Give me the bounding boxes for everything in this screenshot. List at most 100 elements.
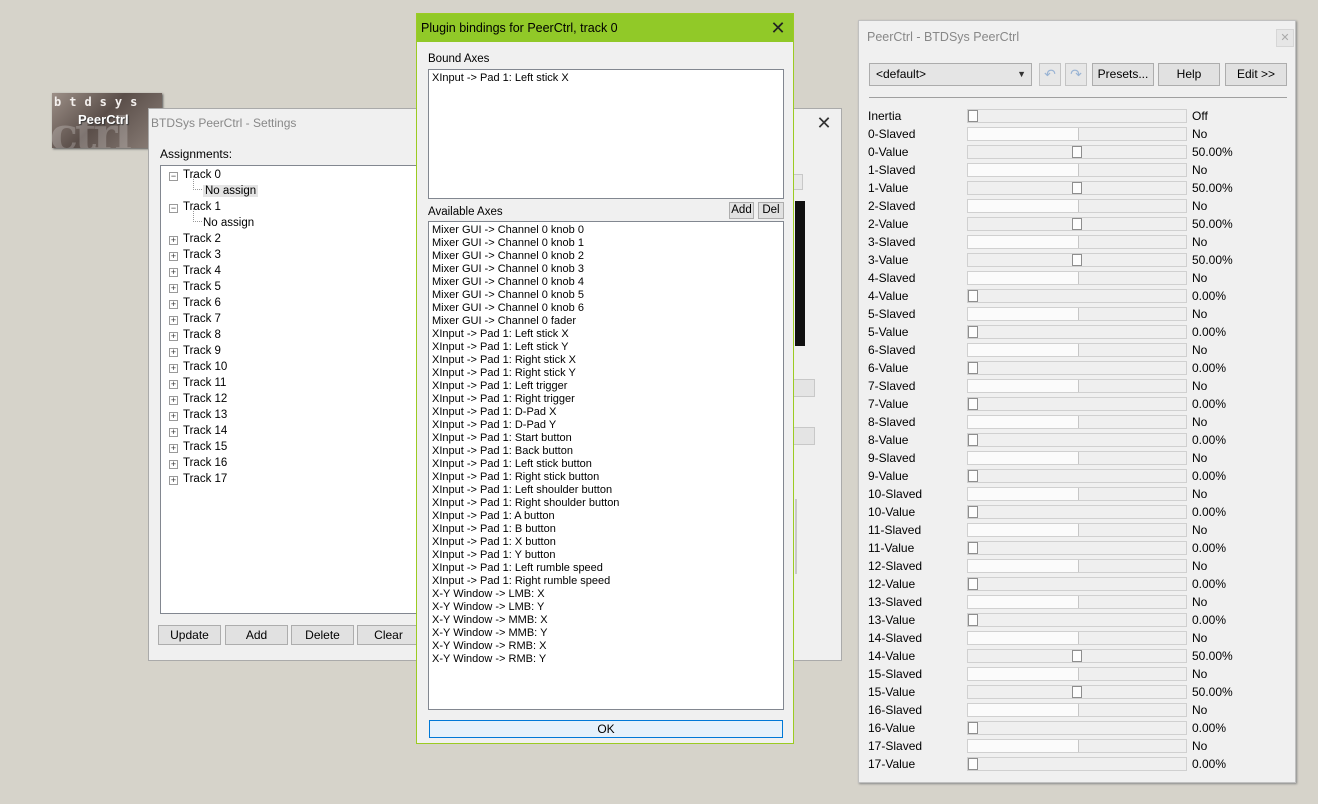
peerctrl-close-icon[interactable]: ✕	[1276, 29, 1294, 47]
slider-thumb[interactable]	[968, 722, 978, 734]
slider-thumb[interactable]	[1072, 650, 1082, 662]
slider-thumb[interactable]	[968, 362, 978, 374]
settings-field-stub-3[interactable]	[793, 427, 815, 445]
param-slider[interactable]	[967, 325, 1187, 339]
param-slider[interactable]	[967, 109, 1187, 123]
tree-item-track[interactable]: + Track 16	[161, 455, 227, 471]
available-axis-item[interactable]: XInput -> Pad 1: Left stick X	[429, 328, 783, 341]
tree-item-track[interactable]: + Track 6	[161, 295, 221, 311]
expand-icon[interactable]: +	[169, 332, 178, 341]
available-axis-item[interactable]: Mixer GUI -> Channel 0 knob 1	[429, 237, 783, 250]
bound-axes-list[interactable]: XInput -> Pad 1: Left stick X	[428, 69, 784, 199]
expand-icon[interactable]: +	[169, 348, 178, 357]
undo-button[interactable]: ↶	[1039, 63, 1061, 86]
param-slider[interactable]	[967, 703, 1187, 717]
tree-item-track[interactable]: + Track 7	[161, 311, 221, 327]
expand-icon[interactable]: +	[169, 396, 178, 405]
help-button[interactable]: Help	[1158, 63, 1220, 86]
collapse-icon[interactable]: −	[169, 172, 178, 181]
tree-item-track[interactable]: + Track 10	[161, 359, 227, 375]
slider-thumb[interactable]	[968, 614, 978, 626]
available-axis-item[interactable]: X-Y Window -> LMB: Y	[429, 601, 783, 614]
edit-button[interactable]: Edit >>	[1225, 63, 1287, 86]
slider-thumb[interactable]	[968, 470, 978, 482]
available-axis-item[interactable]: XInput -> Pad 1: Left rumble speed	[429, 562, 783, 575]
available-axis-item[interactable]: XInput -> Pad 1: Left stick button	[429, 458, 783, 471]
tree-child-item[interactable]: No assign	[203, 215, 254, 231]
redo-button[interactable]: ↷	[1065, 63, 1087, 86]
slider-thumb[interactable]	[968, 506, 978, 518]
tree-item-track[interactable]: + Track 15	[161, 439, 227, 455]
available-axis-item[interactable]: Mixer GUI -> Channel 0 knob 6	[429, 302, 783, 315]
plugin-close-icon[interactable]: ✕	[770, 19, 786, 37]
param-slider[interactable]	[967, 559, 1187, 573]
expand-icon[interactable]: +	[169, 460, 178, 469]
param-slider[interactable]	[967, 541, 1187, 555]
bound-axis-item[interactable]: XInput -> Pad 1: Left stick X	[429, 72, 783, 85]
add-axis-button[interactable]: Add	[729, 202, 754, 219]
tree-item-track[interactable]: + Track 14	[161, 423, 227, 439]
tree-item-track[interactable]: + Track 8	[161, 327, 221, 343]
available-axis-item[interactable]: XInput -> Pad 1: Right stick X	[429, 354, 783, 367]
available-axes-list[interactable]: Mixer GUI -> Channel 0 knob 0 Mixer GUI -…	[428, 221, 784, 710]
available-axis-item[interactable]: XInput -> Pad 1: Left trigger	[429, 380, 783, 393]
param-slider[interactable]	[967, 163, 1187, 177]
param-slider[interactable]	[967, 181, 1187, 195]
slider-thumb[interactable]	[968, 398, 978, 410]
preset-select[interactable]: <default> ▼	[869, 63, 1032, 86]
settings-close-icon[interactable]: ✕	[816, 114, 832, 132]
expand-icon[interactable]: +	[169, 252, 178, 261]
expand-icon[interactable]: +	[169, 300, 178, 309]
param-slider[interactable]	[967, 451, 1187, 465]
param-slider[interactable]	[967, 757, 1187, 771]
tree-item-track[interactable]: + Track 12	[161, 391, 227, 407]
slider-thumb[interactable]	[1072, 218, 1082, 230]
available-axis-item[interactable]: X-Y Window -> RMB: X	[429, 640, 783, 653]
add-button[interactable]: Add	[225, 625, 288, 645]
param-slider[interactable]	[967, 523, 1187, 537]
available-axis-item[interactable]: X-Y Window -> RMB: Y	[429, 653, 783, 666]
available-axis-item[interactable]: XInput -> Pad 1: Left stick Y	[429, 341, 783, 354]
collapse-icon[interactable]: −	[169, 204, 178, 213]
available-axis-item[interactable]: Mixer GUI -> Channel 0 knob 3	[429, 263, 783, 276]
param-slider[interactable]	[967, 145, 1187, 159]
param-slider[interactable]	[967, 217, 1187, 231]
available-axis-item[interactable]: XInput -> Pad 1: Start button	[429, 432, 783, 445]
slider-thumb[interactable]	[1072, 182, 1082, 194]
available-axis-item[interactable]: XInput -> Pad 1: Right trigger	[429, 393, 783, 406]
param-slider[interactable]	[967, 469, 1187, 483]
available-axis-item[interactable]: X-Y Window -> MMB: Y	[429, 627, 783, 640]
available-axis-item[interactable]: XInput -> Pad 1: D-Pad Y	[429, 419, 783, 432]
available-axis-item[interactable]: XInput -> Pad 1: Right rumble speed	[429, 575, 783, 588]
param-slider[interactable]	[967, 127, 1187, 141]
available-axis-item[interactable]: XInput -> Pad 1: Y button	[429, 549, 783, 562]
expand-icon[interactable]: +	[169, 380, 178, 389]
expand-icon[interactable]: +	[169, 236, 178, 245]
expand-icon[interactable]: +	[169, 268, 178, 277]
available-axis-item[interactable]: XInput -> Pad 1: Right stick button	[429, 471, 783, 484]
expand-icon[interactable]: +	[169, 476, 178, 485]
param-slider[interactable]	[967, 487, 1187, 501]
available-axis-item[interactable]: XInput -> Pad 1: B button	[429, 523, 783, 536]
param-slider[interactable]	[967, 649, 1187, 663]
param-slider[interactable]	[967, 595, 1187, 609]
param-slider[interactable]	[967, 721, 1187, 735]
available-axis-item[interactable]: X-Y Window -> LMB: X	[429, 588, 783, 601]
available-axis-item[interactable]: Mixer GUI -> Channel 0 knob 4	[429, 276, 783, 289]
available-axis-item[interactable]: XInput -> Pad 1: Back button	[429, 445, 783, 458]
expand-icon[interactable]: +	[169, 284, 178, 293]
tree-item-track[interactable]: + Track 5	[161, 279, 221, 295]
slider-thumb[interactable]	[968, 434, 978, 446]
param-slider[interactable]	[967, 613, 1187, 627]
del-axis-button[interactable]: Del	[758, 202, 784, 219]
slider-thumb[interactable]	[968, 758, 978, 770]
update-button[interactable]: Update	[158, 625, 221, 645]
available-axis-item[interactable]: XInput -> Pad 1: Left shoulder button	[429, 484, 783, 497]
param-slider[interactable]	[967, 505, 1187, 519]
available-axis-item[interactable]: XInput -> Pad 1: Right stick Y	[429, 367, 783, 380]
available-axis-item[interactable]: XInput -> Pad 1: X button	[429, 536, 783, 549]
available-axis-item[interactable]: Mixer GUI -> Channel 0 knob 2	[429, 250, 783, 263]
tree-item-track[interactable]: + Track 13	[161, 407, 227, 423]
param-slider[interactable]	[967, 433, 1187, 447]
tree-item-track[interactable]: + Track 17	[161, 471, 227, 487]
